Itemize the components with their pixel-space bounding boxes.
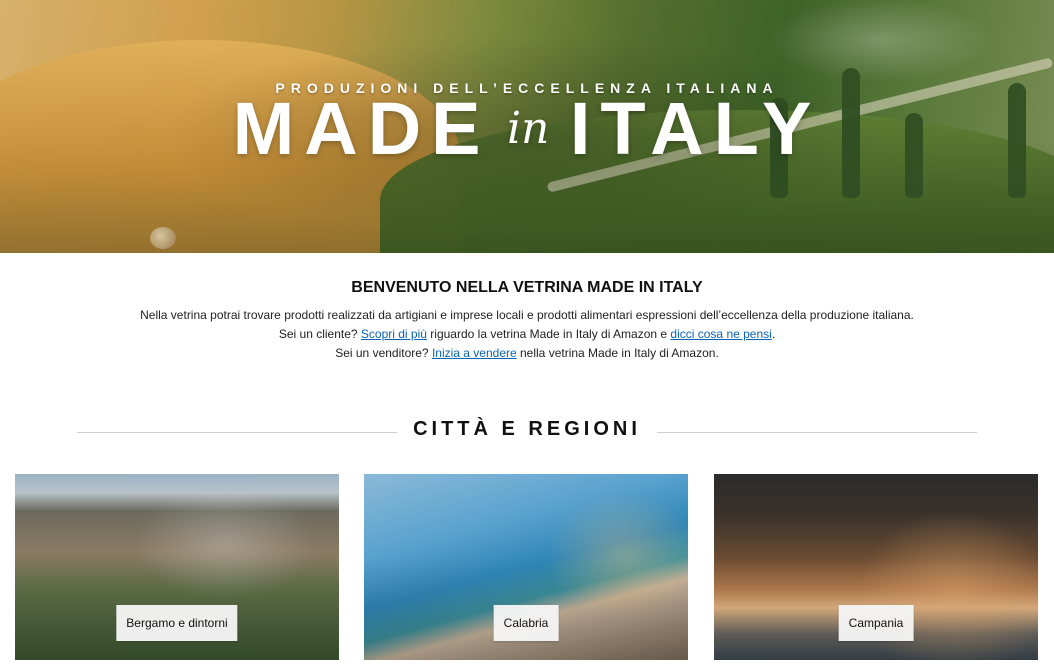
welcome-section: BENVENUTO NELLA VETRINA MADE IN ITALY Ne… [0, 253, 1054, 363]
section-title: CITTÀ E REGIONI [413, 418, 641, 440]
welcome-seller-line: Sei un venditore? Inizia a vendere nella… [0, 344, 1054, 363]
hero-title-made: MADE [232, 87, 491, 170]
customer-middle: riguardo la vetrina Made in Italy di Ama… [426, 327, 671, 341]
region-card-calabria[interactable]: Calabria [364, 474, 688, 660]
start-selling-link[interactable]: Inizia a vendere [432, 346, 517, 360]
region-card-label[interactable]: Campania [838, 605, 914, 641]
customer-suffix: . [771, 327, 776, 341]
hero-banner: PRODUZIONI DELL’ECCELLENZA ITALIANA MADE… [0, 0, 1054, 253]
welcome-title: BENVENUTO NELLA VETRINA MADE IN ITALY [351, 279, 703, 296]
section-header: CITTÀ E REGIONI [77, 418, 977, 443]
region-card-bergamo[interactable]: Bergamo e dintorni [15, 474, 339, 660]
region-card-label[interactable]: Bergamo e dintorni [116, 605, 238, 641]
hero-title-italy: ITALY [569, 87, 822, 170]
welcome-customer-line: Sei un cliente? Scopri di più riguardo l… [0, 325, 1054, 344]
welcome-description: Nella vetrina potrai trovare prodotti re… [140, 308, 914, 322]
hero-title-in: in [506, 103, 550, 154]
learn-more-link[interactable]: Scopri di più [361, 327, 427, 341]
seller-prefix: Sei un venditore? [335, 346, 432, 360]
region-card-campania[interactable]: Campania [714, 474, 1038, 660]
region-cards: Bergamo e dintorni Calabria Campania [15, 474, 1039, 660]
seller-suffix: nella vetrina Made in Italy di Amazon. [516, 346, 719, 360]
region-card-label[interactable]: Calabria [493, 605, 559, 641]
feedback-link[interactable]: dicci cosa ne pensi [670, 327, 771, 341]
hero-title: MADE in ITALY [0, 92, 1054, 166]
customer-prefix: Sei un cliente? [278, 327, 361, 341]
